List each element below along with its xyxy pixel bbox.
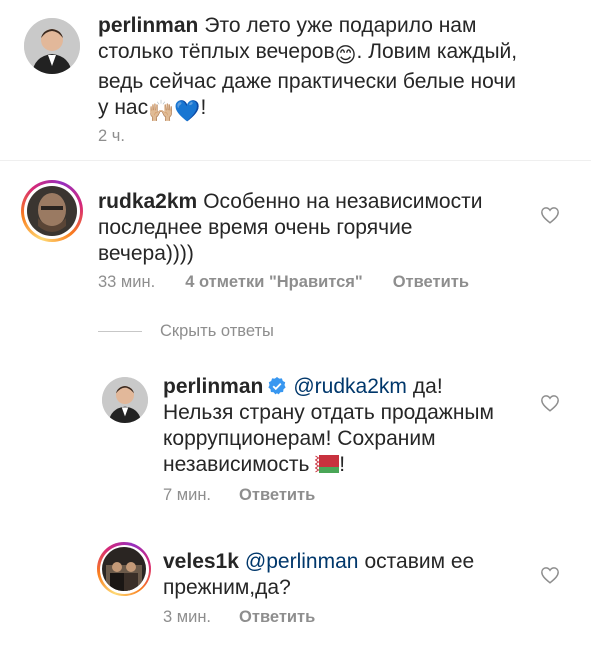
avatar [102,547,146,591]
belarus-flag-icon [314,454,340,473]
hide-replies-button[interactable]: Скрыть ответы [98,322,274,341]
mention-link[interactable]: @rudka2km [293,375,407,398]
comment-username[interactable]: perlinman [98,14,198,37]
comment-username[interactable]: rudka2km [98,190,197,213]
heart-outline-icon[interactable] [540,206,560,224]
reply-text: perlinman @rudka2km да! Нельзя страну отда… [163,375,494,476]
divider [0,160,591,161]
comment-meta: 33 мин. 4 отметки "Нравится" Ответить [98,273,469,292]
comment-time: 33 мин. [98,273,156,291]
reply-username[interactable]: veles1k [163,550,239,573]
comment-text: rudka2km Особенно на независимости послед… [98,190,483,265]
reply-time: 7 мин. [163,486,212,504]
likes-count[interactable]: 4 отметки "Нравится" [185,273,363,291]
reply-button[interactable]: Ответить [239,608,315,626]
avatar[interactable] [102,377,148,423]
mention-link[interactable]: @perlinman [245,550,359,573]
comment-text: perlinman Это лето уже подарило нам столь… [98,14,518,123]
story-ring[interactable] [97,542,151,596]
avatar [27,186,77,236]
reply-username[interactable]: perlinman [163,375,263,398]
heart-outline-icon[interactable] [540,394,560,412]
reply-text: veles1k @perlinman оставим ее прежним,да? [163,550,475,599]
blue-heart-emoji-icon: 💙 [174,100,201,123]
raised-hands-emoji-icon: 🙌🏼 [148,100,175,123]
verified-badge-icon [267,376,287,396]
reply-meta: 7 мин. Ответить [163,486,315,505]
heart-outline-icon[interactable] [540,566,560,584]
reply-button[interactable]: Ответить [393,273,469,291]
reply-time: 3 мин. [163,608,212,626]
reply-meta: 3 мин. Ответить [163,608,315,627]
avatar[interactable] [24,18,80,74]
story-ring[interactable] [21,180,83,242]
comment-meta: 2 ч. [98,127,125,146]
smile-emoji-icon: 😊 [334,44,357,67]
reply-button[interactable]: Ответить [239,486,315,504]
replies-line [98,331,142,332]
comment-time: 2 ч. [98,127,125,145]
